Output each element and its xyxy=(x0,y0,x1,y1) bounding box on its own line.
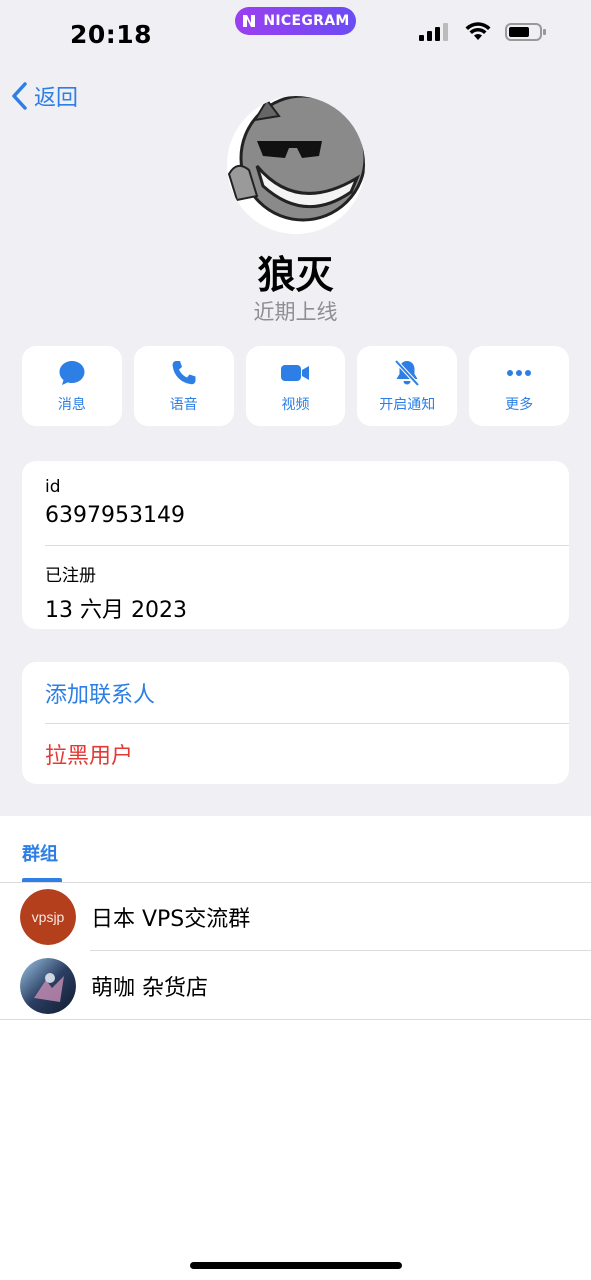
back-label: 返回 xyxy=(34,86,79,111)
back-button[interactable]: 返回 xyxy=(10,80,78,112)
bell-slash-icon xyxy=(394,359,420,387)
tab-groups[interactable]: 群组 xyxy=(22,840,58,866)
more-icon xyxy=(507,370,532,376)
message-button[interactable]: 消息 xyxy=(22,346,122,426)
video-call-label: 视频 xyxy=(281,397,310,413)
user-id-row[interactable]: id 6397953149 xyxy=(22,461,569,545)
wifi-icon xyxy=(465,22,491,40)
profile-avatar[interactable] xyxy=(227,96,365,234)
cellular-signal-icon xyxy=(419,23,448,41)
more-button[interactable]: 更多 xyxy=(469,346,569,426)
chevron-left-icon xyxy=(12,82,27,110)
registered-label: 已注册 xyxy=(45,566,96,586)
group-avatar-vps: vpsjp xyxy=(20,889,76,945)
user-id-value: 6397953149 xyxy=(45,503,185,528)
group-avatar-store xyxy=(20,958,76,1014)
registered-value: 13 六月 2023 xyxy=(45,598,187,623)
group-name-store: 萌咖 杂货店 xyxy=(91,976,208,1001)
group-row-vps[interactable]: vpsjp 日本 VPS交流群 xyxy=(0,883,591,951)
voice-call-label: 语音 xyxy=(169,397,198,413)
add-contact-button[interactable]: 添加联系人 xyxy=(22,662,569,723)
action-bar: 消息 语音 视频 开启通知 更多 xyxy=(22,346,569,426)
group-avatar-vps-text: vpsjp xyxy=(32,909,65,925)
user-id-label: id xyxy=(45,477,61,497)
video-icon xyxy=(281,365,310,381)
message-icon xyxy=(59,361,85,385)
group-name-vps: 日本 VPS交流群 xyxy=(91,907,251,932)
enable-notifications-label: 开启通知 xyxy=(379,397,436,413)
registered-row[interactable]: 已注册 13 六月 2023 xyxy=(22,545,569,629)
block-user-button[interactable]: 拉黑用户 xyxy=(22,723,569,784)
voice-call-button[interactable]: 语音 xyxy=(133,346,234,426)
contact-actions-card: 添加联系人 拉黑用户 xyxy=(22,662,569,784)
status-icons xyxy=(419,22,547,42)
more-label: 更多 xyxy=(505,397,534,413)
status-time: 20:18 xyxy=(70,20,153,49)
home-indicator[interactable] xyxy=(190,1262,402,1269)
nicegram-badge-label: NICEGRAM xyxy=(263,13,350,29)
group-row-store[interactable]: 萌咖 杂货店 xyxy=(0,952,591,1020)
profile-avatar-image xyxy=(227,96,365,234)
phone-icon xyxy=(172,361,196,385)
info-card: id 6397953149 已注册 13 六月 2023 xyxy=(22,461,569,629)
battery-icon xyxy=(505,23,546,41)
nicegram-logo-icon xyxy=(243,15,256,27)
nicegram-badge[interactable]: NICEGRAM xyxy=(235,7,356,35)
profile-name: 狼灭 xyxy=(257,253,334,297)
enable-notifications-button[interactable]: 开启通知 xyxy=(357,346,458,426)
groups-section: 群组 vpsjp 日本 VPS交流群 萌咖 杂货店 xyxy=(0,816,591,1280)
message-label: 消息 xyxy=(57,397,86,413)
last-seen-status: 近期上线 xyxy=(253,300,338,324)
video-call-button[interactable]: 视频 xyxy=(245,346,346,426)
